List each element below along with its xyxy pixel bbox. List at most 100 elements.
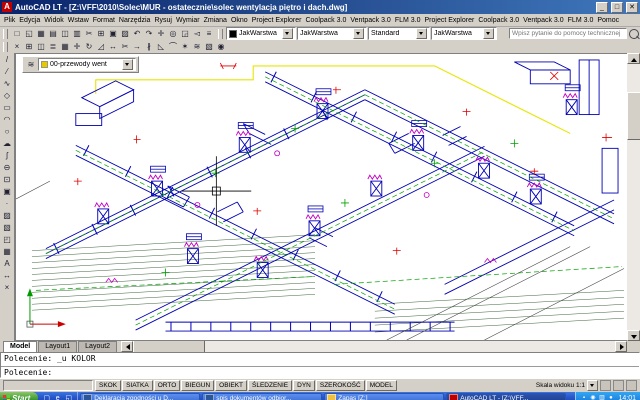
toolbar-button-publish[interactable]: ▥: [71, 28, 83, 40]
draw-tool-multiline-text[interactable]: A: [1, 258, 13, 270]
chevron-down-icon[interactable]: [353, 28, 364, 39]
toolbar-button-redo[interactable]: ↷: [143, 28, 155, 40]
scroll-down-icon[interactable]: [627, 330, 640, 341]
tab-layout1[interactable]: Layout1: [38, 341, 77, 352]
menu-item[interactable]: FLM 3.0: [393, 17, 423, 24]
status-toggle[interactable]: SZEROKOŚĆ: [316, 380, 365, 391]
toolbar-button-scale[interactable]: ◿: [95, 41, 107, 53]
menu-item[interactable]: Coolpack 3.0: [303, 17, 348, 24]
toolbar-button-save[interactable]: ▦: [35, 28, 47, 40]
draw-tool-table[interactable]: ▦: [1, 246, 13, 258]
quick-launch-file-explorer[interactable]: ◱: [64, 394, 73, 400]
menu-item[interactable]: FLM 3.0: [566, 17, 596, 24]
horizontal-scrollbar[interactable]: [121, 341, 627, 352]
command-window[interactable]: Polecenie: _u KOLOR Polecenie:: [0, 352, 640, 378]
toolbar-grip[interactable]: [218, 29, 223, 39]
toolbar-button-paste[interactable]: ▣: [107, 28, 119, 40]
color-control-combo[interactable]: JakWarstwa: [226, 27, 296, 40]
toolbar-button-move[interactable]: ✛: [71, 41, 83, 53]
tray-icon-display[interactable]: ▪: [580, 395, 587, 400]
toolbar-grip[interactable]: [3, 29, 8, 39]
start-button[interactable]: Start: [0, 392, 38, 400]
draw-tool-polyline[interactable]: ∿: [1, 78, 13, 90]
menu-item[interactable]: Wymiar: [174, 17, 202, 24]
tab-layout2[interactable]: Layout2: [78, 341, 117, 352]
status-toggle[interactable]: SKOK: [95, 380, 121, 391]
tab-model[interactable]: Model: [3, 341, 37, 352]
status-toggle[interactable]: SIATKA: [122, 380, 153, 391]
draw-tool-make-block[interactable]: ▣: [1, 186, 13, 198]
menu-item[interactable]: Widok: [42, 17, 65, 24]
draw-tool-rectangle[interactable]: ▭: [1, 102, 13, 114]
menu-item[interactable]: Edycja: [17, 17, 42, 24]
layer-control-combo[interactable]: 00-przewody went: [38, 58, 136, 71]
menu-item[interactable]: Okno: [229, 17, 250, 24]
draw-tool-erase[interactable]: ×: [1, 282, 13, 294]
draw-tool-spline[interactable]: ʃ: [1, 150, 13, 162]
toolbar-button-chamfer[interactable]: ◺: [155, 41, 167, 53]
toolbar-button-plot[interactable]: ▤: [47, 28, 59, 40]
toolbar-button-rotate[interactable]: ↻: [83, 41, 95, 53]
maximize-button[interactable]: □: [611, 2, 623, 13]
quick-launch-internet-explorer[interactable]: e: [53, 394, 62, 400]
menu-item[interactable]: Ventpack 3.0: [348, 17, 392, 24]
toolbar-button-pan[interactable]: ✛: [155, 28, 167, 40]
status-toggle[interactable]: DYN: [293, 380, 315, 391]
draw-tool-arc[interactable]: ◠: [1, 114, 13, 126]
close-button[interactable]: ✕: [626, 2, 638, 13]
toolbar-button-make-current[interactable]: ◉: [215, 41, 227, 53]
scroll-up-icon[interactable]: [627, 53, 640, 64]
toolbar-button-cut[interactable]: ✂: [83, 28, 95, 40]
status-toggle[interactable]: BIEGUN: [181, 380, 214, 391]
toolbar-button-zoom-realtime[interactable]: ◎: [167, 28, 179, 40]
toolbar-button-match-properties[interactable]: ▨: [119, 28, 131, 40]
toolbar-button-fillet[interactable]: ⌒: [167, 41, 179, 53]
draw-tool-hatch[interactable]: ▨: [1, 210, 13, 222]
toolbar-button-properties[interactable]: ≡: [203, 28, 215, 40]
menu-item[interactable]: Narzędzia: [117, 17, 153, 24]
vertical-scrollbar[interactable]: [627, 53, 640, 341]
draw-tool-polygon[interactable]: ◇: [1, 90, 13, 102]
menu-item[interactable]: Format: [91, 17, 117, 24]
layer-properties-button[interactable]: ≋: [25, 59, 37, 71]
draw-tool-line[interactable]: /: [1, 54, 13, 66]
menu-item[interactable]: Project Explorer: [250, 17, 304, 24]
toolbar-button-array[interactable]: ▦: [59, 41, 71, 53]
search-icon[interactable]: [629, 29, 639, 39]
status-toggle[interactable]: MODEL: [366, 380, 397, 391]
taskbar-task-word-doc-2[interactable]: spis dokumentów odbior...: [202, 393, 322, 400]
toolbar-button-extend[interactable]: →: [131, 41, 143, 53]
annotation-visibility-icon[interactable]: [600, 380, 611, 391]
toolbar-button-copy-object[interactable]: ⊞: [23, 41, 35, 53]
tray-icon-volume[interactable]: ◉: [589, 395, 596, 400]
help-search-input[interactable]: [509, 28, 627, 39]
taskbar-task-word-doc-1[interactable]: Deklaracja zgodności u D...: [80, 393, 200, 400]
chevron-down-icon[interactable]: [416, 28, 427, 39]
scroll-left-icon[interactable]: [121, 341, 133, 352]
toolbar-button-explode[interactable]: ✶: [179, 41, 191, 53]
chevron-down-icon[interactable]: [282, 28, 293, 39]
toolbar-button-offset[interactable]: ≣: [47, 41, 59, 53]
draw-tool-insert-block[interactable]: ⊡: [1, 174, 13, 186]
draw-tool-dimension[interactable]: ↔: [1, 270, 13, 282]
autoscale-icon[interactable]: [613, 380, 624, 391]
draw-tool-ellipse[interactable]: ⊖: [1, 162, 13, 174]
taskbar-task-autocad[interactable]: AutoCAD LT - [Z:\VFF...: [446, 393, 566, 400]
tray-icon-network[interactable]: ▥: [598, 395, 605, 400]
toolbar-button-zoom-previous[interactable]: ◅: [191, 28, 203, 40]
menu-item[interactable]: Ventpack 3.0: [521, 17, 565, 24]
vertical-scroll-thumb[interactable]: [627, 92, 640, 140]
menu-item[interactable]: Coolpack 3.0: [476, 17, 521, 24]
annotation-scale-label[interactable]: Skala widoku 1:1: [536, 382, 585, 389]
draw-tool-point[interactable]: ·: [1, 198, 13, 210]
toolbar-button-mirror[interactable]: ◫: [35, 41, 47, 53]
menu-item[interactable]: Project Explorer: [423, 17, 477, 24]
scroll-right-icon[interactable]: [615, 341, 627, 352]
menu-item[interactable]: Wstaw: [66, 17, 91, 24]
drawing-canvas[interactable]: ≋ 00-przewody went: [15, 53, 627, 341]
toolbar-button-plot-preview[interactable]: ◫: [59, 28, 71, 40]
toolbar-button-erase[interactable]: ×: [11, 41, 23, 53]
status-toggle[interactable]: ŚLEDZENIE: [248, 380, 292, 391]
draw-tool-revision-cloud[interactable]: ☁: [1, 138, 13, 150]
draw-tool-circle[interactable]: ○: [1, 126, 13, 138]
